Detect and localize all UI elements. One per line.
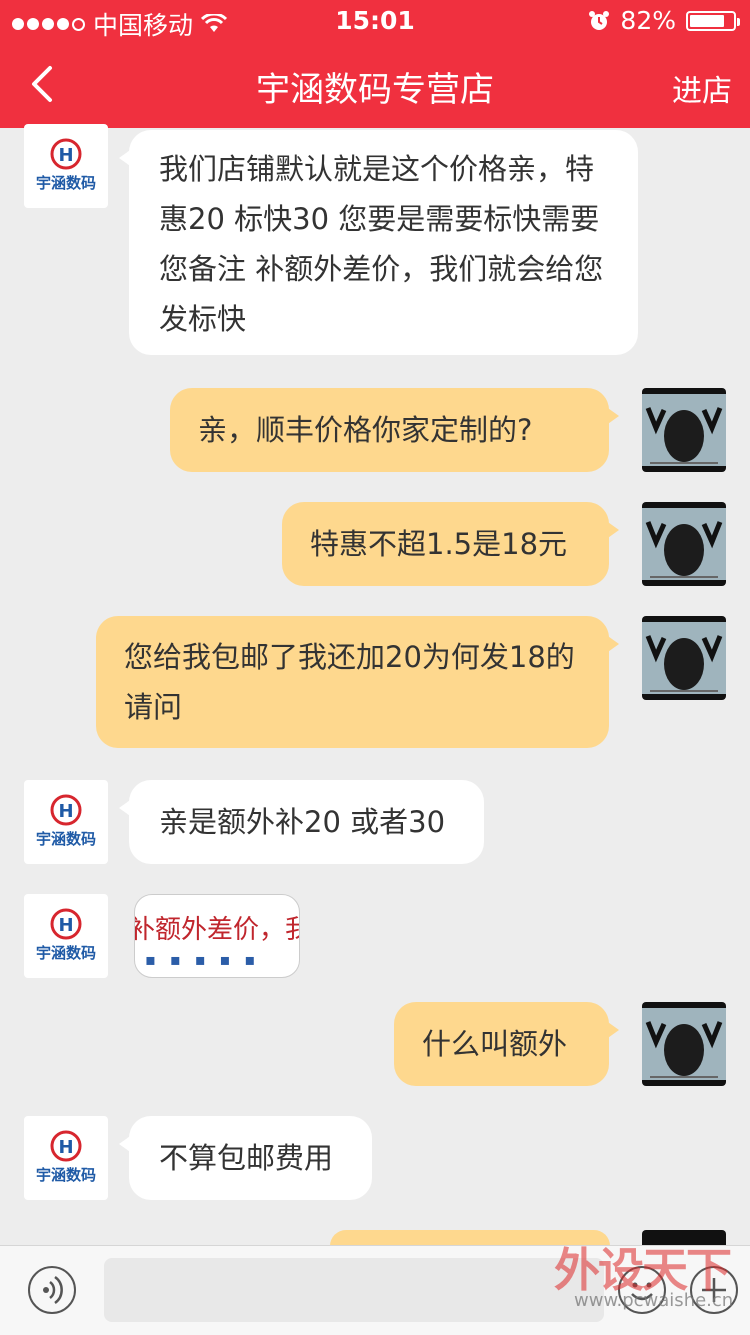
status-right: 82% bbox=[588, 6, 740, 35]
battery-percent: 82% bbox=[620, 6, 676, 35]
user-avatar-image bbox=[642, 394, 726, 466]
message-bubble-received[interactable]: 不算包邮费用 bbox=[119, 1116, 372, 1200]
image-message[interactable]: 补额外差价，我 ▪▪▪▪▪ bbox=[134, 894, 300, 978]
enter-shop-button[interactable]: 进店 bbox=[672, 66, 732, 110]
alarm-clock-icon bbox=[589, 10, 610, 30]
user-avatar-image bbox=[642, 1008, 726, 1080]
shop-avatar[interactable]: H 宇涵数码 bbox=[24, 894, 108, 978]
navigation-bar: 宇涵数码专营店 进店 bbox=[0, 40, 750, 128]
message-bubble-sent[interactable]: 亲，顺丰价格你家定制的? bbox=[170, 388, 619, 472]
user-avatar-image bbox=[642, 508, 726, 580]
shop-title: 宇涵数码专营店 bbox=[256, 70, 494, 110]
message-bubble-sent[interactable]: 特惠不超1.5是18元 bbox=[282, 502, 619, 586]
message-bubble-sent[interactable]: 您给我包邮了我还加20为何发18的请问 bbox=[96, 616, 619, 748]
user-avatar[interactable] bbox=[642, 1002, 726, 1086]
status-bar: 中国移动 15:01 82% bbox=[0, 0, 750, 40]
shop-logo-label: 宇涵数码 bbox=[35, 1166, 96, 1184]
shop-avatar[interactable]: H 宇涵数码 bbox=[24, 1116, 108, 1200]
shop-logo-label: 宇涵数码 bbox=[35, 174, 96, 192]
message-bubble-sent[interactable]: 什么叫额外 bbox=[394, 1002, 619, 1086]
shop-logo-label: 宇涵数码 bbox=[35, 830, 96, 848]
shop-avatar[interactable]: H 宇涵数码 bbox=[24, 780, 108, 864]
image-message-text: 补额外差价，我 bbox=[134, 915, 300, 945]
shop-logo-icon: H bbox=[50, 1130, 82, 1162]
message-input[interactable] bbox=[104, 1258, 604, 1322]
user-avatar[interactable] bbox=[642, 616, 726, 700]
message-bubble-received[interactable]: 亲是额外补20 或者30 bbox=[119, 780, 484, 864]
shop-logo-icon: H bbox=[50, 794, 82, 826]
shop-logo-icon: H bbox=[50, 138, 82, 170]
battery-icon bbox=[686, 10, 740, 31]
svg-text:H: H bbox=[58, 915, 73, 936]
message-bubble-received[interactable]: 我们店铺默认就是这个价格亲，特惠20 标快30 您要是需要标快需要您备注 补额外… bbox=[119, 130, 638, 355]
user-avatar[interactable] bbox=[642, 388, 726, 472]
voice-input-icon[interactable] bbox=[28, 1266, 76, 1314]
user-avatar-image bbox=[642, 622, 726, 694]
shop-logo-icon: H bbox=[50, 908, 82, 940]
image-message-detail: ▪▪▪▪▪ bbox=[145, 950, 270, 969]
shop-avatar[interactable]: H 宇涵数码 bbox=[24, 124, 108, 208]
app-header: 中国移动 15:01 82% 宇涵数码专营店 进店 bbox=[0, 0, 750, 128]
svg-text:H: H bbox=[58, 1137, 73, 1158]
site-watermark: 外设天下 www.pcwaishe.cn bbox=[548, 1232, 748, 1324]
shop-logo-label: 宇涵数码 bbox=[35, 944, 96, 962]
watermark-url: www.pcwaishe.cn bbox=[574, 1290, 734, 1311]
user-avatar[interactable] bbox=[642, 502, 726, 586]
svg-text:H: H bbox=[58, 801, 73, 822]
svg-text:H: H bbox=[58, 145, 73, 166]
